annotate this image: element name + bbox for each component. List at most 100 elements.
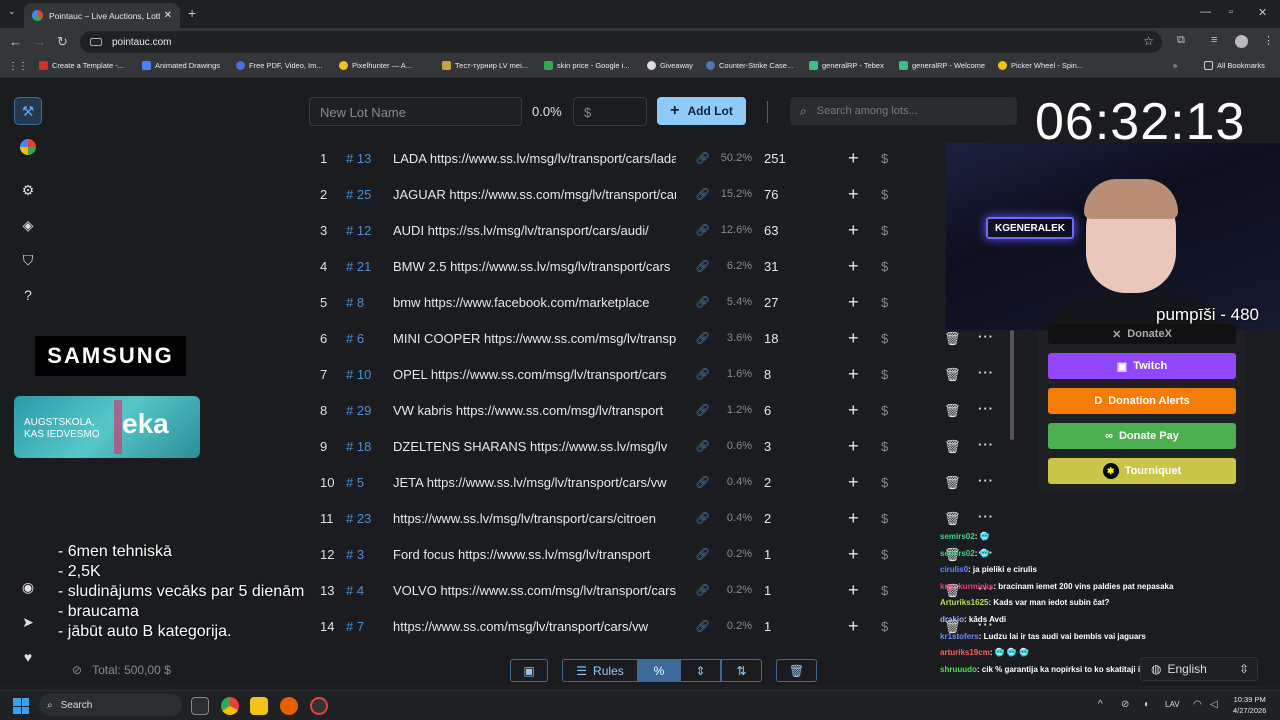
add-amount-icon[interactable]: + [848,184,859,205]
more-icon[interactable]: ··· [978,401,994,416]
telegram-icon[interactable]: ➤ [14,608,42,636]
dollar-icon[interactable]: $ [881,295,888,310]
chat-username[interactable]: shruuudo [940,665,977,674]
lot-amount[interactable]: 2 [764,511,771,526]
lot-amount[interactable]: 1 [764,547,771,562]
lot-amount[interactable]: 251 [764,151,786,166]
amount-input[interactable]: $ [573,97,647,126]
add-lot-button[interactable]: + Add Lot [657,97,746,125]
trash-icon[interactable]: 🗑︎ [944,439,961,455]
back-icon[interactable]: ← [9,34,22,49]
add-amount-icon[interactable]: + [848,148,859,169]
link-icon[interactable]: 🔗︎ [695,259,710,273]
layers-icon[interactable]: ◈ [14,211,42,239]
lot-name[interactable]: VOLVO https://www.ss.com/msg/lv/transpor… [393,583,676,598]
link-icon[interactable]: 🔗︎ [695,223,710,237]
bookmark-item[interactable]: Free PDF, Video, Im... [236,61,323,70]
add-amount-icon[interactable]: + [848,508,859,529]
lot-amount[interactable]: 6 [764,403,771,418]
more-icon[interactable]: ··· [978,509,994,524]
bookmark-item[interactable]: Giveaway [647,61,693,70]
lot-amount[interactable]: 3 [764,439,771,454]
twitch-button[interactable]: ▣ Twitch [1048,353,1236,379]
chat-username[interactable]: Arturiks1625 [940,598,988,607]
volume-icon[interactable]: ◁ [1210,699,1218,710]
bookmark-item[interactable]: Pixelhunter — A... [339,61,412,70]
dollar-icon[interactable]: $ [881,475,888,490]
url-field[interactable]: pointauc.com ☆ [80,31,1162,53]
auction-icon[interactable]: ⚒ [14,97,42,125]
extensions-icon[interactable]: ⧉ [1177,34,1185,47]
link-icon[interactable]: 🔗︎ [695,367,710,381]
link-icon[interactable]: 🔗︎ [695,295,710,309]
tray-icon[interactable]: ◐ [1144,699,1150,710]
bookmark-item[interactable]: Picker Wheel - Spin... [998,61,1083,70]
add-amount-icon[interactable]: + [848,400,859,421]
donatex-button[interactable]: ✕ DonateX [1048,324,1236,344]
obs-icon[interactable] [310,697,328,715]
dollar-icon[interactable]: $ [881,547,888,562]
chat-username[interactable]: cirulis0 [940,565,968,574]
dollar-icon[interactable]: $ [881,619,888,634]
add-amount-icon[interactable]: + [848,328,859,349]
more-icon[interactable]: ··· [978,473,994,488]
add-amount-icon[interactable]: + [848,364,859,385]
dollar-icon[interactable]: $ [881,367,888,382]
keyboard-language[interactable]: LAV [1165,700,1180,709]
add-amount-icon[interactable]: + [848,544,859,565]
tray-chevron-icon[interactable]: ^ [1098,699,1103,710]
chat-username[interactable]: kus_kurmieks [940,582,993,591]
donate-pay-button[interactable]: ∞ Donate Pay [1048,423,1236,449]
browser-tab[interactable]: Pointauc – Live Auctions, Lotte ✕ [24,3,180,28]
apps-icon[interactable]: ⋮⋮ [8,61,28,72]
site-info-icon[interactable] [90,38,102,46]
lot-amount[interactable]: 8 [764,367,771,382]
lot-name[interactable]: JAGUAR https://www.ss.com/msg/lv/transpo… [393,187,676,202]
lot-amount[interactable]: 2 [764,475,771,490]
lot-name[interactable]: https://www.ss.com/msg/lv/transport/cars… [393,619,676,634]
bookmark-item[interactable]: generalRP - Tebex [809,61,884,70]
close-window-icon[interactable]: ✕ [1258,6,1267,19]
trash-icon[interactable]: 🗑︎ [944,475,961,491]
scrollbar[interactable] [1010,330,1014,440]
hide-eye-icon[interactable]: ⊘ [72,663,82,677]
wifi-icon[interactable]: ◠ [1193,699,1202,710]
tray-icon[interactable]: ⊘ [1121,699,1129,710]
system-clock[interactable]: 10:39 PM 4/27/2026 [1233,694,1266,716]
media-icon[interactable]: ≡ [1211,34,1217,46]
lot-amount[interactable]: 31 [764,259,778,274]
percent-toggle-button[interactable]: % [638,659,680,682]
bookmark-item[interactable]: Animated Drawings [142,61,220,70]
link-icon[interactable]: 🔗︎ [695,439,710,453]
add-amount-icon[interactable]: + [848,472,859,493]
link-icon[interactable]: 🔗︎ [695,583,710,597]
explorer-icon[interactable] [250,697,268,715]
firefox-icon[interactable] [280,697,298,715]
bookmark-item[interactable]: skin price - Google i... [544,61,630,70]
lot-amount[interactable]: 27 [764,295,778,310]
profile-avatar[interactable] [1235,35,1248,48]
forward-icon[interactable]: → [33,34,46,49]
close-tab-icon[interactable]: ✕ [164,10,172,21]
dollar-icon[interactable]: $ [881,403,888,418]
trash-icon[interactable]: 🗑︎ [944,403,961,419]
chat-username[interactable]: arturiks19cm [940,648,990,657]
lot-name[interactable]: VW kabris https://www.ss.com/msg/lv/tran… [393,403,676,418]
lot-name[interactable]: OPEL https://www.ss.com/msg/lv/transport… [393,367,676,382]
chat-username[interactable]: semirs02 [940,532,975,541]
shield-icon[interactable]: ⛉ [14,246,42,274]
dollar-icon[interactable]: $ [881,583,888,598]
link-icon[interactable]: 🔗︎ [695,151,710,165]
lot-amount[interactable]: 76 [764,187,778,202]
trash-icon[interactable]: 🗑︎ [944,367,961,383]
add-amount-icon[interactable]: + [848,292,859,313]
dollar-icon[interactable]: $ [881,511,888,526]
lot-name[interactable]: JETA https://www.ss.lv/msg/lv/transport/… [393,475,676,490]
sort-button[interactable]: ⇅ [721,659,762,682]
dollar-icon[interactable]: $ [881,151,888,166]
lot-amount[interactable]: 1 [764,583,771,598]
chat-username[interactable]: semirs02 [940,549,975,558]
lot-name[interactable]: https://www.ss.lv/msg/lv/transport/cars/… [393,511,676,526]
all-bookmarks[interactable]: All Bookmarks [1204,61,1265,70]
add-amount-icon[interactable]: + [848,256,859,277]
